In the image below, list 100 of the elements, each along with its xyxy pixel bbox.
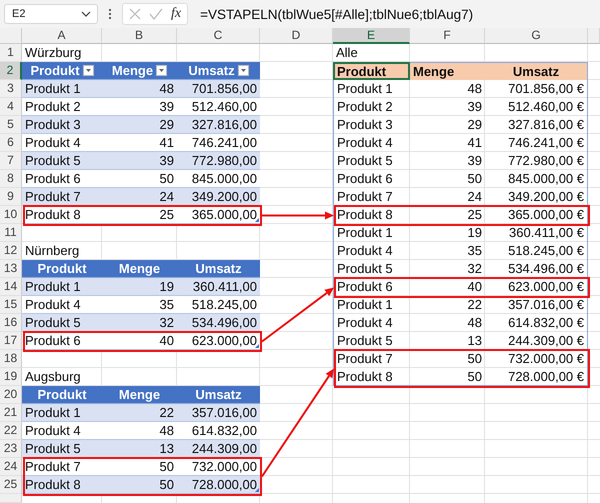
table-cell: 512.460,00 € <box>485 98 588 116</box>
table-cell: Produkt 5 <box>333 260 410 278</box>
row-header[interactable]: 2 <box>0 62 22 80</box>
table-cell: 50 <box>102 458 177 476</box>
table-cell: 534.496,00 <box>177 314 260 332</box>
row-header[interactable]: 25 <box>0 476 22 494</box>
table-cell: 327.816,00 € <box>485 116 588 134</box>
row-header[interactable]: 15 <box>0 296 22 314</box>
row-header[interactable]: 6 <box>0 134 22 152</box>
filter-button[interactable] <box>238 65 249 76</box>
row-header[interactable]: 12 <box>0 242 22 260</box>
table-cell: Produkt 1 <box>22 278 102 296</box>
check-icon <box>149 8 163 20</box>
table-cell: Produkt 3 <box>22 116 102 134</box>
table-cell-text: 13 <box>466 332 483 350</box>
table-cell: 25 <box>102 206 177 224</box>
column-header[interactable]: D <box>260 28 333 44</box>
formula-field[interactable]: =VSTAPELN(tblWue5[#Alle];tblNue6;tblAug7) <box>194 6 474 22</box>
table-cell: 772.980,00 € <box>485 152 588 170</box>
row-header[interactable]: 14 <box>0 278 22 296</box>
row-header[interactable]: 9 <box>0 188 22 206</box>
table-cell-text: 24 <box>466 188 483 206</box>
table-cell: 845.000,00 € <box>485 170 588 188</box>
table-cell: Produkt 1 <box>22 404 102 422</box>
table-cell: 39 <box>102 98 177 116</box>
row-header[interactable]: 18 <box>0 350 22 368</box>
row-header[interactable]: 17 <box>0 332 22 350</box>
table-cell: 746.241,00 € <box>485 134 588 152</box>
table-cell: 614.832,00 <box>177 422 260 440</box>
column-header[interactable]: C <box>177 28 260 44</box>
column-header-cell: Umsatz <box>485 62 588 80</box>
table-cell: 728.000,00 € <box>485 368 588 386</box>
table-cell-text: 35 <box>466 242 483 260</box>
column-header[interactable]: E <box>333 28 410 44</box>
table-cell: Produkt 8 <box>333 368 410 386</box>
table-cell: 40 <box>102 332 177 350</box>
name-box[interactable]: E2 <box>4 4 98 24</box>
table-cell: Produkt 3 <box>333 116 410 134</box>
table-cell-text: 22 <box>466 296 483 314</box>
row-header[interactable]: 24 <box>0 458 22 476</box>
column-header[interactable]: B <box>102 28 177 44</box>
table-cell: 349.200,00 <box>177 188 260 206</box>
row-header[interactable]: 21 <box>0 404 22 422</box>
table-cell: 13 <box>102 440 177 458</box>
filter-button[interactable] <box>156 65 168 76</box>
table-cell: 41 <box>102 134 177 152</box>
table-cell: 623.000,00 € <box>485 278 588 296</box>
arrow <box>262 212 334 220</box>
table-cell: 244.309,00 <box>177 440 260 458</box>
table-cell: 518.245,00 € <box>485 242 588 260</box>
table-cell: 701.856,00 <box>177 80 260 98</box>
column-header[interactable]: A <box>22 28 102 44</box>
row-header[interactable]: 1 <box>0 44 22 62</box>
table-header-cell: Produkt <box>22 260 102 278</box>
table-cell: Produkt 2 <box>333 98 410 116</box>
table-header-cell: Menge <box>102 260 177 278</box>
chevron-down-icon <box>81 11 91 17</box>
table-cell-text: 50 <box>466 350 483 368</box>
table-cell: Produkt 1 <box>333 80 410 98</box>
table-cell: 360.411,00 <box>177 278 260 296</box>
row-header[interactable]: 13 <box>0 260 22 278</box>
table-cell-text: 19 <box>466 224 483 242</box>
table-header-cell: Menge <box>102 386 177 404</box>
table-cell-text: 40 <box>466 278 483 296</box>
table-cell: 357.016,00 € <box>485 296 588 314</box>
table-cell: Produkt 4 <box>333 134 410 152</box>
column-header[interactable]: G <box>485 28 588 44</box>
row-header[interactable]: 4 <box>0 98 22 116</box>
table-cell: Produkt 5 <box>22 314 102 332</box>
row-header[interactable]: 7 <box>0 152 22 170</box>
table-title: Nürnberg <box>24 242 80 260</box>
row-header[interactable]: 22 <box>0 422 22 440</box>
row-header[interactable]: 16 <box>0 314 22 332</box>
row-header[interactable]: 20 <box>0 386 22 404</box>
table-cell: 365.000,00 € <box>485 206 588 224</box>
table-cell: 732.000,00 <box>177 458 260 476</box>
row-header[interactable]: 5 <box>0 116 22 134</box>
table-cell: Produkt 8 <box>333 206 410 224</box>
row-header[interactable]: 3 <box>0 80 22 98</box>
table-cell: 22 <box>102 404 177 422</box>
insert-function-button[interactable]: fx <box>171 6 182 22</box>
table-cell: 701.856,00 € <box>485 80 588 98</box>
caret-down-icon <box>86 69 91 72</box>
row-header[interactable]: 8 <box>0 170 22 188</box>
table-cell: 39 <box>102 152 177 170</box>
close-icon <box>129 8 141 20</box>
table-title: Würzburg <box>24 44 82 62</box>
row-header[interactable]: 11 <box>0 224 22 242</box>
table-title: Alle <box>335 44 359 62</box>
table-header-cell: Umsatz <box>177 260 260 278</box>
column-header[interactable]: F <box>410 28 485 44</box>
table-cell: 772.980,00 <box>177 152 260 170</box>
table-cell: 50 <box>102 476 177 494</box>
table-cell: 518.245,00 <box>177 296 260 314</box>
filter-button[interactable] <box>82 65 94 76</box>
row-header[interactable]: 19 <box>0 368 22 386</box>
row-header[interactable]: 10 <box>0 206 22 224</box>
caret-down-icon <box>240 69 246 72</box>
row-header[interactable]: 23 <box>0 440 22 458</box>
column-header-label: Produkt <box>30 62 80 79</box>
